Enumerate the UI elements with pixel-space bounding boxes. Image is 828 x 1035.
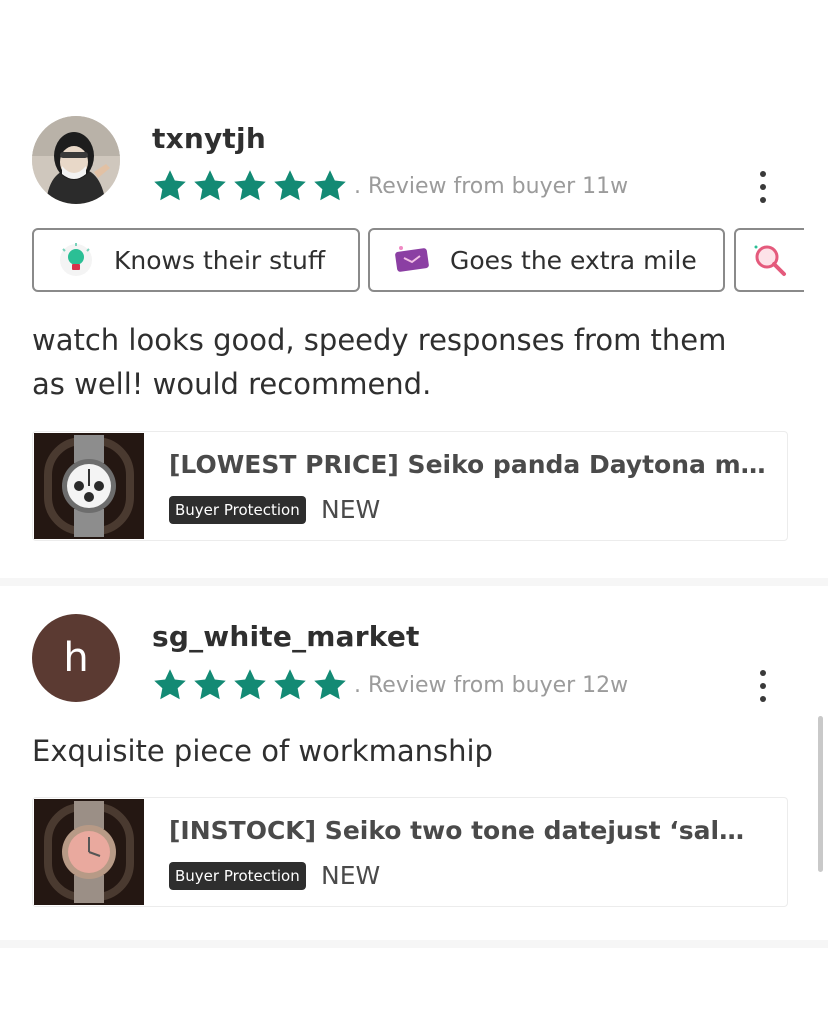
- listing-title[interactable]: [LOWEST PRICE] Seiko panda Daytona m...: [169, 450, 769, 479]
- more-options-icon[interactable]: [752, 667, 774, 705]
- avatar-letter: h: [63, 635, 89, 681]
- reviewer-avatar[interactable]: h: [32, 614, 120, 702]
- review-meta: . Review from buyer 11w: [354, 174, 629, 199]
- listing-condition: NEW: [321, 861, 381, 890]
- reviewer-username[interactable]: sg_white_market: [152, 620, 420, 653]
- review-text-line: as well! would recommend.: [32, 367, 432, 401]
- lightbulb-icon: [60, 243, 92, 276]
- star-icon: [154, 669, 186, 700]
- listing-thumbnail: [34, 433, 144, 539]
- star-icon: [154, 170, 186, 201]
- review-text: watch looks good, speedy responses from …: [32, 318, 792, 406]
- star-icon: [194, 669, 226, 700]
- tag-chip-knows-their-stuff: Knows their stuff: [32, 228, 360, 292]
- more-options-icon[interactable]: [752, 168, 774, 206]
- listing-title[interactable]: [INSTOCK] Seiko two tone datejust ‘salm.…: [169, 816, 769, 845]
- gift-card-icon: [395, 246, 429, 272]
- listing-condition: NEW: [321, 495, 381, 524]
- star-icon: [274, 170, 306, 201]
- star-rating: [152, 168, 348, 204]
- listing-thumbnail: [34, 799, 144, 905]
- reviewer-username[interactable]: txnytjh: [152, 122, 266, 155]
- star-icon: [234, 170, 266, 201]
- star-icon: [194, 170, 226, 201]
- star-rating: [152, 667, 348, 703]
- tag-label: Goes the extra mile: [450, 245, 697, 275]
- buyer-protection-badge: Buyer Protection: [169, 862, 306, 890]
- star-icon: [274, 669, 306, 700]
- section-divider: [0, 578, 828, 586]
- tag-chip-partial: [734, 228, 804, 292]
- scrollbar[interactable]: [818, 716, 823, 872]
- watch-image-icon: [34, 433, 144, 539]
- listing-card[interactable]: [INSTOCK] Seiko two tone datejust ‘salm.…: [32, 797, 788, 907]
- reviewer-avatar[interactable]: [32, 116, 120, 204]
- star-icon: [234, 669, 266, 700]
- review-text: Exquisite piece of workmanship: [32, 734, 493, 768]
- tag-chip-goes-the-extra-mile: Goes the extra mile: [368, 228, 725, 292]
- star-icon: [314, 170, 346, 201]
- magnifier-icon: [754, 245, 786, 276]
- buyer-protection-badge: Buyer Protection: [169, 496, 306, 524]
- listing-card[interactable]: [LOWEST PRICE] Seiko panda Daytona m... …: [32, 431, 788, 541]
- star-icon: [314, 669, 346, 700]
- section-divider: [0, 940, 828, 948]
- avatar-photo-icon: [32, 116, 120, 204]
- review-text-line: watch looks good, speedy responses from …: [32, 323, 727, 357]
- tag-label: Knows their stuff: [114, 245, 326, 275]
- review-card: h sg_white_market . Review from buyer 12…: [0, 586, 828, 946]
- review-meta: . Review from buyer 12w: [354, 673, 629, 698]
- review-card: txnytjh . Review from buyer 11w Knows th…: [0, 0, 828, 578]
- watch-image-icon: [34, 799, 144, 905]
